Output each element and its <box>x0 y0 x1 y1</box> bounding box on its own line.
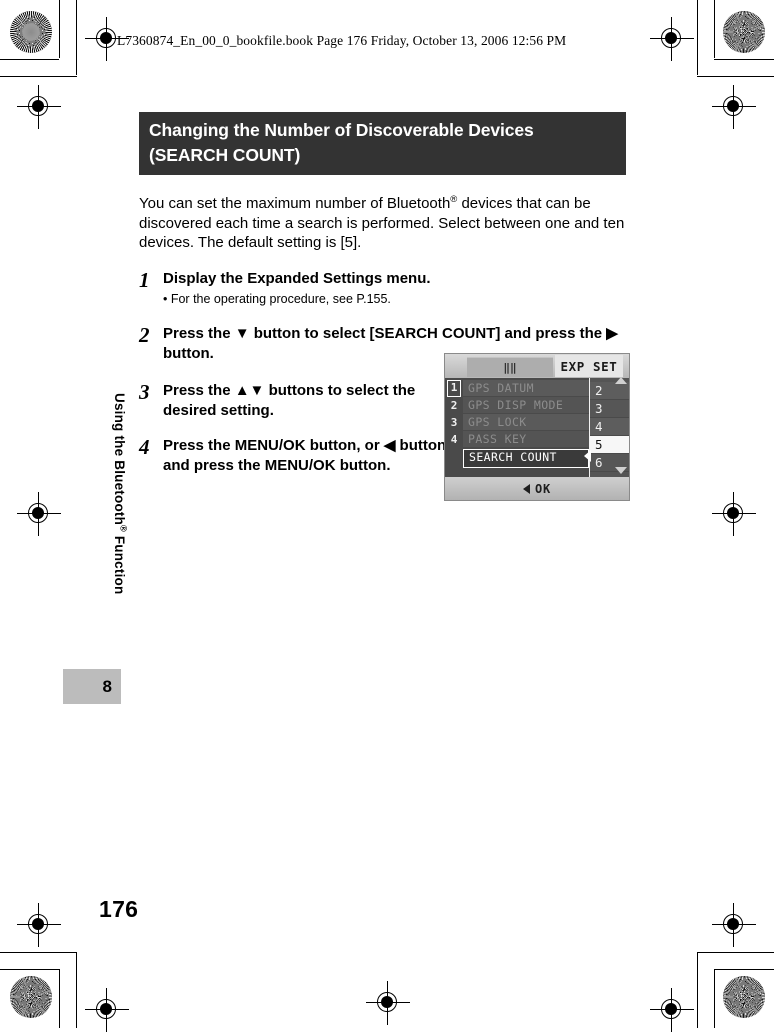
camera-lcd-screenshot: ‖‖ EXP SET 1 2 3 4 GPS DATUM GPS DISP MO… <box>444 353 630 501</box>
chapter-number: 8 <box>102 676 112 696</box>
registration-mark-top-left-b <box>17 85 61 129</box>
crop-rule-bottom-left-vertical-2 <box>76 952 78 1028</box>
print-calibration-target-bottom-left <box>10 976 52 1018</box>
lcd-menu-item-search-count[interactable]: SEARCH COUNT <box>463 449 589 468</box>
chapter-side-tab-label: Using the Bluetooth® Function <box>112 393 129 594</box>
crop-rule-top-right-horizontal <box>714 59 774 61</box>
registration-mark-bottom-center <box>366 981 410 1025</box>
crop-rule-top-right-horizontal-2 <box>697 76 774 78</box>
crop-rule-bottom-right-horizontal <box>714 969 774 971</box>
step-bullet: • For the operating procedure, see P.155… <box>163 292 391 306</box>
lcd-value-3[interactable]: 3 <box>590 400 629 418</box>
crop-rule-bottom-left-horizontal <box>0 969 59 971</box>
crop-rule-top-right-vertical-2 <box>697 0 699 75</box>
registration-mark-middle-right <box>712 492 756 536</box>
crop-rule-top-left-horizontal-2 <box>0 76 77 78</box>
lcd-menu-panel: 1 2 3 4 GPS DATUM GPS DISP MODE GPS LOCK… <box>445 377 629 477</box>
lcd-page-number-1[interactable]: 1 <box>447 380 461 397</box>
lcd-menu-item-gps-lock[interactable]: GPS LOCK <box>463 414 589 431</box>
registration-mark-top-right-b <box>712 85 756 129</box>
lcd-footer-ok-label: OK <box>534 481 552 496</box>
step-heading: Display the Expanded Settings menu. <box>163 269 431 287</box>
registration-mark-bottom-left-a <box>17 903 61 947</box>
lcd-tab-exp-set[interactable]: EXP SET <box>555 355 623 377</box>
lcd-menu-item-gps-disp-mode[interactable]: GPS DISP MODE <box>463 397 589 414</box>
lcd-value-4[interactable]: 4 <box>590 418 629 436</box>
lcd-back-caret-icon <box>522 483 530 494</box>
crop-rule-bottom-right-vertical <box>714 969 716 1028</box>
lcd-value-column: 2 3 4 5 6 <box>589 377 629 477</box>
step-heading: Press the MENU/OK button, or ◀ button an… <box>163 437 447 474</box>
lcd-scroll-down-icon[interactable] <box>615 467 628 476</box>
registration-mark-bottom-right-a <box>712 903 756 947</box>
crop-rule-top-left-vertical-2 <box>76 0 78 75</box>
chapter-side-tab: Using the Bluetooth® Function <box>105 393 135 655</box>
lcd-tab-setup-icon: ‖‖ <box>503 361 517 374</box>
section-intro-paragraph: You can set the maximum number of Blueto… <box>139 190 626 253</box>
registration-mark-bottom-left-b <box>85 988 129 1032</box>
crop-rule-bottom-left-vertical <box>59 969 61 1028</box>
registration-mark-bottom-right-b <box>650 988 694 1032</box>
chapter-side-tab-label-main: Using the Bluetooth <box>111 393 127 526</box>
lcd-left-caret-icon <box>584 450 591 462</box>
step-number: 4 <box>139 435 150 459</box>
step-number: 2 <box>139 323 150 347</box>
chapter-number-box: 8 <box>63 669 121 704</box>
step-number: 1 <box>139 267 150 292</box>
lcd-footer-bar: OK <box>445 477 629 500</box>
lcd-page-number-3[interactable]: 3 <box>447 414 461 431</box>
step-item: 1 Display the Expanded Settings menu. • … <box>139 269 626 309</box>
crop-rule-top-right-vertical <box>714 0 716 58</box>
lcd-tab-setup[interactable]: ‖‖ <box>467 357 553 377</box>
print-calibration-target-top-right <box>723 11 765 53</box>
step-number: 3 <box>139 380 150 404</box>
step-body: Display the Expanded Settings menu. • Fo… <box>163 269 626 309</box>
page-number: 176 <box>99 896 139 922</box>
intro-text-part-1: You can set the maximum number of Blueto… <box>139 195 451 212</box>
lcd-menu-item-gps-datum[interactable]: GPS DATUM <box>463 380 589 397</box>
section-title: Changing the Number of Discoverable Devi… <box>139 112 626 175</box>
registered-trademark-symbol: ® <box>118 525 129 532</box>
crop-rule-top-left-horizontal <box>0 59 59 61</box>
crop-rule-bottom-right-vertical-2 <box>697 952 699 1028</box>
lcd-page-number-4[interactable]: 4 <box>447 431 461 448</box>
registration-mark-middle-left <box>17 492 61 536</box>
step-heading: Press the ▲▼ buttons to select the desir… <box>163 382 416 419</box>
section-title-line-1: Changing the Number of Discoverable Devi… <box>149 120 534 140</box>
printed-page: L7360874_En_00_0_bookfile.book Page 176 … <box>0 0 774 1032</box>
crop-rule-bottom-right-horizontal-2 <box>697 952 774 954</box>
crop-rule-top-left-vertical <box>59 0 61 58</box>
lcd-page-number-2[interactable]: 2 <box>447 397 461 414</box>
lcd-page-number-column: 1 2 3 4 <box>447 380 461 448</box>
print-calibration-target-bottom-right <box>723 976 765 1018</box>
print-calibration-target-top-left <box>10 11 52 53</box>
chapter-side-tab-label-suffix: Function <box>111 531 127 595</box>
lcd-value-5-selected[interactable]: 5 <box>590 436 629 454</box>
lcd-scroll-up-icon[interactable] <box>615 377 628 386</box>
section-title-line-2: (SEARCH COUNT) <box>149 145 301 165</box>
lcd-menu-item-pass-key[interactable]: PASS KEY <box>463 431 589 448</box>
lcd-menu-item-list: GPS DATUM GPS DISP MODE GPS LOCK PASS KE… <box>463 380 589 468</box>
crop-rule-bottom-left-horizontal-2 <box>0 952 77 954</box>
lcd-tab-exp-set-label: EXP SET <box>560 358 618 374</box>
running-header-text: L7360874_En_00_0_bookfile.book Page 176 … <box>117 33 567 48</box>
registration-mark-top-right-a <box>650 17 694 61</box>
